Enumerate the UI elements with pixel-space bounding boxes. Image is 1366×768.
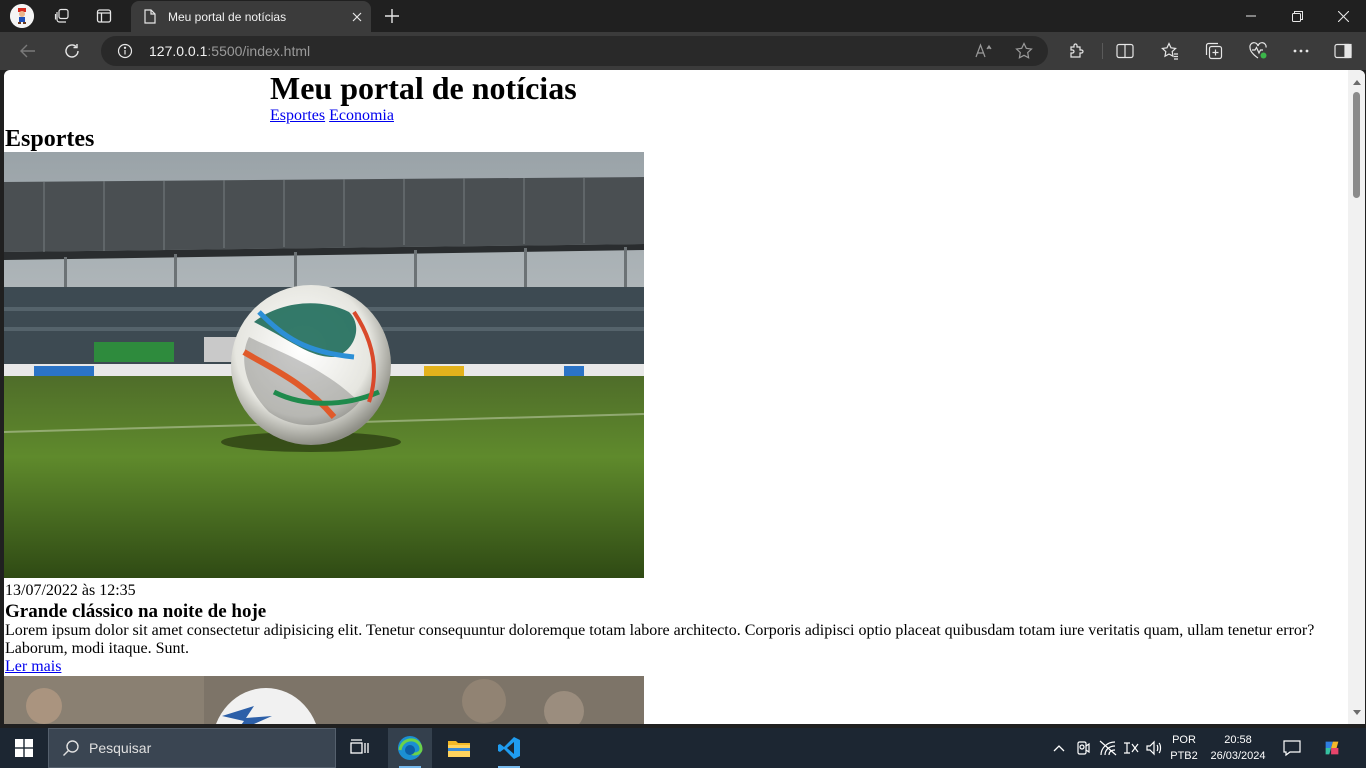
address-bar[interactable]: 127.0.0.1:5500/index.html — [101, 36, 1048, 66]
workspaces-icon[interactable] — [50, 4, 74, 28]
split-screen-icon[interactable] — [1113, 39, 1137, 63]
camera-icon[interactable] — [1073, 738, 1093, 758]
favorites-icon[interactable] — [1158, 39, 1182, 63]
tab-active[interactable]: Meu portal de notícias — [131, 1, 371, 32]
site-header: Meu portal de notícias Esportes Economia — [270, 70, 577, 125]
restore-icon[interactable] — [1274, 0, 1320, 32]
vertical-tabs-icon[interactable] — [92, 4, 116, 28]
language-indicator[interactable]: POR PTB2 — [1166, 732, 1202, 764]
url-path: :5500/index.html — [207, 43, 311, 59]
toolbar-separator — [1102, 43, 1103, 59]
extensions-icon[interactable] — [1065, 39, 1089, 63]
browser-toolbar: 127.0.0.1:5500/index.html — [0, 32, 1366, 70]
network-icon[interactable] — [1098, 738, 1118, 758]
close-window-icon[interactable] — [1320, 0, 1366, 32]
close-tab-icon[interactable] — [343, 3, 371, 31]
task-view-icon[interactable] — [338, 728, 382, 768]
url-text: 127.0.0.1:5500/index.html — [149, 43, 310, 59]
tab-title: Meu portal de notícias — [168, 9, 287, 24]
scroll-up-icon[interactable] — [1348, 74, 1365, 90]
edge-taskbar-icon[interactable] — [388, 728, 432, 768]
scroll-down-icon[interactable] — [1348, 704, 1365, 720]
scroll-thumb[interactable] — [1353, 92, 1360, 198]
keyboard-input-icon[interactable] — [1121, 738, 1141, 758]
search-icon — [61, 738, 81, 758]
more-options-icon[interactable] — [1289, 39, 1313, 63]
read-more-link[interactable]: Ler mais — [5, 658, 61, 676]
news-date: 13/07/2022 às 12:35 — [5, 582, 136, 599]
windows-start-icon[interactable] — [0, 728, 48, 768]
favorite-star-icon[interactable] — [1014, 41, 1034, 61]
section-title: Esportes — [5, 126, 95, 152]
page-icon — [143, 9, 157, 25]
search-label: Pesquisar — [89, 740, 152, 756]
nav-link-economia[interactable]: Economia — [329, 107, 394, 124]
refresh-icon[interactable] — [58, 37, 86, 65]
vscode-icon[interactable] — [487, 728, 531, 768]
clock-time: 20:58 — [1224, 734, 1252, 746]
copilot-icon[interactable] — [1322, 738, 1342, 758]
profile-avatar[interactable] — [10, 4, 34, 28]
new-tab-icon[interactable] — [380, 4, 404, 28]
show-hidden-icons-chevron-icon[interactable] — [1049, 738, 1069, 758]
windows-taskbar: Pesquisar POR PTB2 20:58 26/03/2024 — [0, 728, 1366, 768]
site-info-icon[interactable] — [117, 43, 133, 59]
news-image-soccer-ball — [4, 152, 644, 578]
collections-icon[interactable] — [1202, 39, 1226, 63]
page-scrollbar[interactable] — [1348, 70, 1365, 724]
browser-essentials-icon[interactable] — [1246, 39, 1270, 63]
sidebar-toggle-icon[interactable] — [1331, 39, 1355, 63]
news-title: Grande clássico na noite de hoje — [5, 601, 267, 622]
browser-titlebar: Meu portal de notícias — [0, 0, 1366, 32]
news-text: Lorem ipsum dolor sit amet consectetur a… — [5, 622, 1315, 657]
site-nav: Esportes Economia — [270, 107, 577, 125]
url-host: 127.0.0.1 — [149, 43, 208, 59]
nav-link-esportes[interactable]: Esportes — [270, 107, 325, 124]
clock-date: 26/03/2024 — [1210, 750, 1266, 762]
minimize-icon[interactable] — [1228, 0, 1274, 32]
back-icon[interactable] — [14, 37, 42, 65]
page-viewport: Meu portal de notícias Esportes Economia… — [4, 70, 1365, 724]
site-title: Meu portal de notícias — [270, 70, 577, 106]
language-code: POR — [1172, 734, 1196, 746]
volume-icon[interactable] — [1144, 738, 1164, 758]
read-aloud-icon[interactable] — [974, 41, 994, 61]
notifications-icon[interactable] — [1282, 738, 1302, 758]
taskbar-clock[interactable]: 20:58 26/03/2024 — [1206, 732, 1270, 764]
taskbar-search-box[interactable]: Pesquisar — [48, 728, 336, 768]
file-explorer-icon[interactable] — [437, 728, 481, 768]
news-image-second — [4, 676, 644, 724]
keyboard-layout: PTB2 — [1170, 750, 1198, 762]
